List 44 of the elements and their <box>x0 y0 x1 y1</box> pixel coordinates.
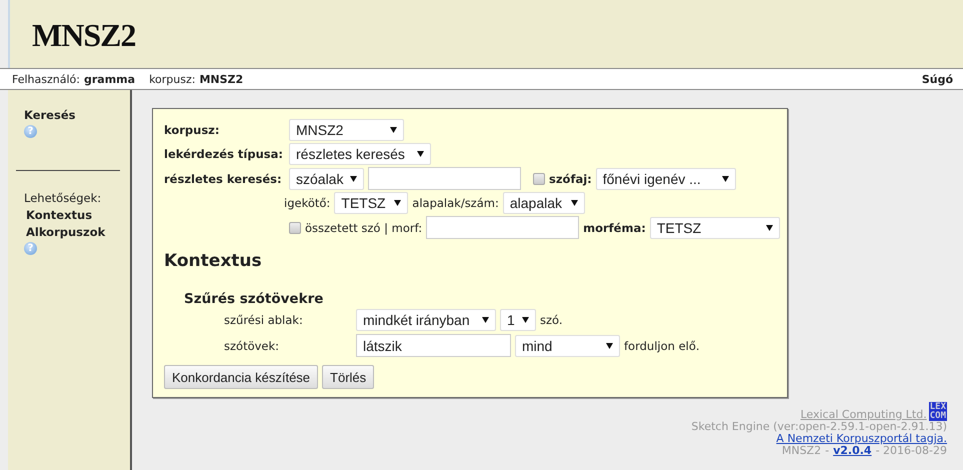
help-link[interactable]: Súgó <box>922 72 953 86</box>
version-link[interactable]: v2.0.4 <box>833 445 872 457</box>
user-label: Felhasználó: <box>12 72 80 86</box>
corpus-name: MNSZ2 <box>782 445 822 457</box>
dropdown[interactable]: részletes keresés <box>289 143 431 165</box>
dropdown[interactable]: 1 <box>500 309 536 331</box>
field-label: részletes keresés: <box>164 172 283 186</box>
logo: MNSZ2 <box>32 17 136 53</box>
corpus-name: MNSZ2 <box>199 72 244 86</box>
dropdown[interactable]: MNSZ2 <box>289 119 404 141</box>
portal-link[interactable]: A Nemzeti Korpuszportál tagja. <box>776 433 947 445</box>
version-text: Sketch Engine (ver:open-2.59.1-open-2.91.13) <box>691 421 947 433</box>
company-logo[interactable]: LEX COM <box>928 402 947 421</box>
field-label: alapalak/szám: <box>412 196 499 210</box>
dropdown[interactable]: mind <box>515 334 620 356</box>
search-link[interactable]: Keresés <box>24 108 76 122</box>
section-heading: Kontextus <box>164 251 263 271</box>
unit-text: szó. <box>540 313 563 327</box>
field-label: szótövek: <box>224 338 280 352</box>
suffix-text: forduljon elő. <box>624 338 700 352</box>
sidebar-item[interactable]: Kontextus <box>26 208 130 222</box>
field-label: korpusz: <box>164 123 220 137</box>
dropdown[interactable]: TETSZ <box>650 216 780 238</box>
dropdown[interactable]: alapalak <box>502 192 585 214</box>
dropdown[interactable]: szóalak <box>289 168 364 190</box>
date-text: - 2016-08-29 <box>876 445 947 457</box>
field-label: igekötő: <box>284 196 330 210</box>
field-label: morféma: <box>583 220 646 234</box>
subsection-heading: Szűrés szótövekre <box>184 291 324 307</box>
field-label: szűrési ablak: <box>224 313 304 327</box>
field-label: szófaj: <box>549 172 592 186</box>
user-name: gramma <box>84 72 136 86</box>
dropdown[interactable]: mindkét irányban <box>356 309 496 331</box>
submit-button[interactable]: Konkordancia készítése <box>164 365 318 389</box>
separator-text: - <box>825 445 830 457</box>
corpus-label: korpusz: <box>149 72 196 86</box>
sidebar-item[interactable]: Alkorpuszok <box>26 225 130 239</box>
text-field[interactable]: látszik <box>356 334 511 357</box>
field-label: összetett szó | morf: <box>305 220 422 234</box>
field-label: lekérdezés típusa: <box>164 147 284 161</box>
dropdown[interactable]: TETSZ <box>334 192 408 214</box>
dropdown[interactable]: főnévi igenév ... <box>596 168 736 190</box>
options-label: Lehetőségek: <box>24 191 102 205</box>
clear-button[interactable]: Törlés <box>322 365 374 389</box>
